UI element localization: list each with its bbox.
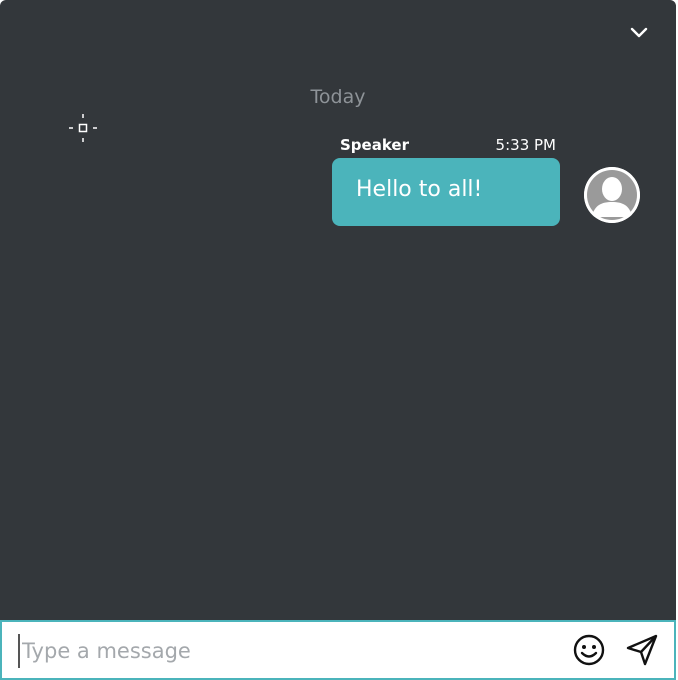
send-icon [626, 634, 658, 666]
emoji-button[interactable] [572, 633, 606, 667]
message-text: Hello to all! [356, 177, 483, 202]
chevron-down-icon [630, 27, 648, 38]
user-avatar-icon [584, 167, 640, 223]
collapse-button[interactable] [628, 22, 650, 44]
message-composer [0, 620, 676, 680]
crosshair-icon [69, 114, 97, 142]
date-separator: Today [310, 86, 366, 108]
avatar [584, 167, 640, 223]
message-meta: Speaker 5:33 PM [340, 136, 556, 158]
message-input[interactable] [18, 634, 542, 668]
message-sender: Speaker [340, 136, 409, 154]
chat-window: Today Speaker 5:33 PM Hello to all! [0, 0, 676, 680]
smiley-icon [573, 634, 605, 666]
message-time: 5:33 PM [495, 136, 556, 154]
message-bubble: Hello to all! [332, 158, 560, 226]
send-button[interactable] [624, 632, 660, 668]
